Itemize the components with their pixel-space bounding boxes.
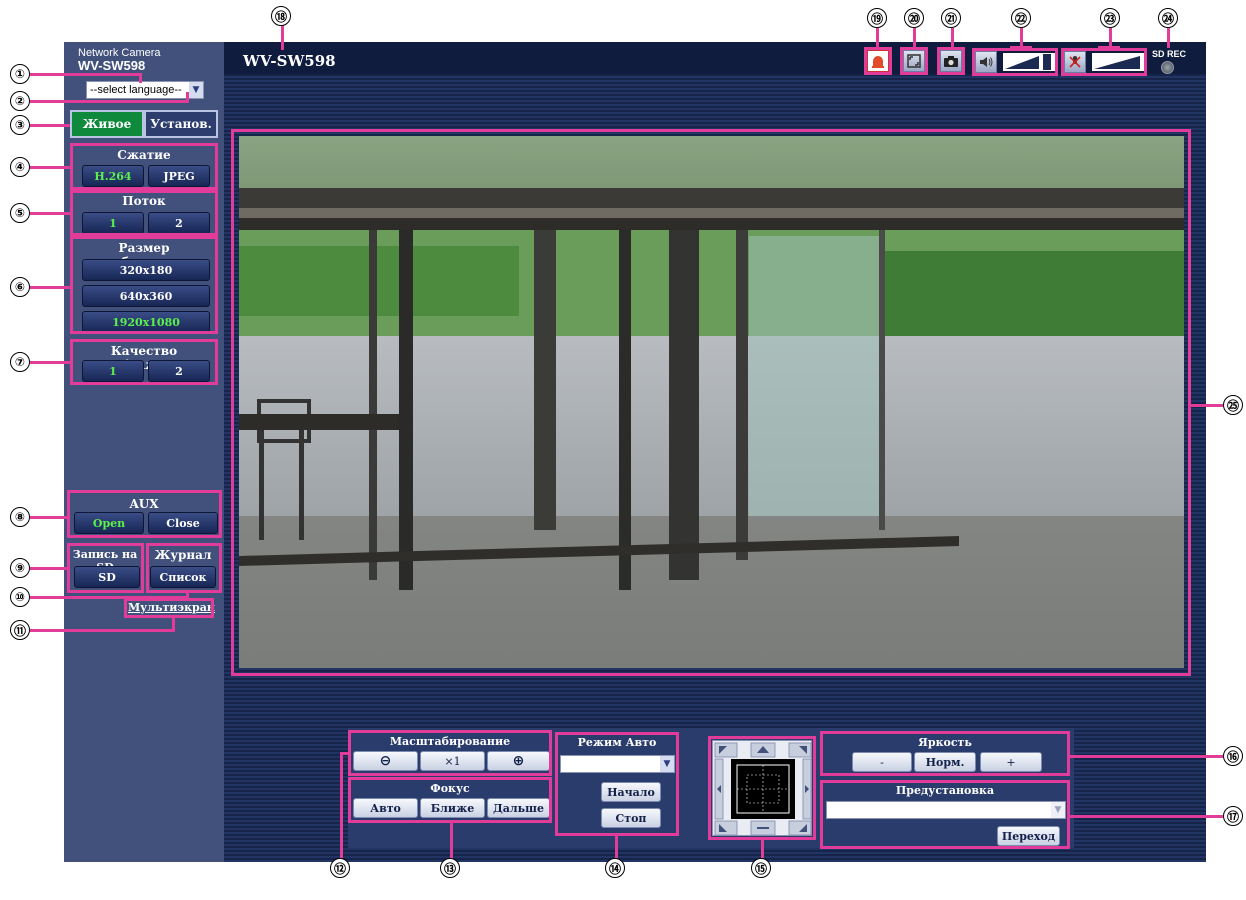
leader-line bbox=[30, 596, 188, 599]
callout-19: ⑲ bbox=[867, 8, 887, 28]
callout-16: ⑯ bbox=[1223, 746, 1243, 766]
model-label: WV-SW598 bbox=[78, 58, 146, 73]
leader-line bbox=[30, 629, 175, 632]
callout-6: ⑥ bbox=[10, 277, 30, 297]
leader-line bbox=[186, 92, 189, 103]
callout-11: ⑪ bbox=[10, 620, 30, 640]
leader-line bbox=[450, 823, 453, 859]
leader-line bbox=[340, 752, 350, 755]
highlight-auto-mode bbox=[555, 732, 679, 836]
highlight-aux bbox=[67, 490, 222, 538]
callout-18: ⑱ bbox=[271, 6, 291, 26]
sd-led-icon bbox=[1161, 61, 1174, 74]
callout-21: ㉑ bbox=[941, 8, 961, 28]
callout-20: ⑳ bbox=[904, 8, 924, 28]
leader-line bbox=[951, 28, 954, 48]
leader-line bbox=[1010, 46, 1032, 49]
callout-15: ⑮ bbox=[751, 858, 771, 878]
highlight-mic bbox=[1061, 48, 1147, 76]
highlight-fullscreen bbox=[900, 47, 928, 75]
callout-2: ② bbox=[10, 91, 30, 111]
highlight-camera-image bbox=[231, 129, 1191, 676]
leader-line bbox=[913, 28, 916, 48]
sd-rec-label: SD REC bbox=[1152, 49, 1187, 59]
callout-14: ⑭ bbox=[605, 858, 625, 878]
header-bar bbox=[224, 42, 1206, 74]
highlight-snapshot bbox=[937, 47, 965, 75]
callout-12: ⑫ bbox=[330, 858, 350, 878]
leader-line bbox=[30, 516, 67, 519]
highlight-image-size bbox=[70, 236, 218, 334]
callout-23: ㉓ bbox=[1100, 8, 1120, 28]
leader-line bbox=[139, 73, 142, 83]
callout-5: ⑤ bbox=[10, 203, 30, 223]
callout-17: ⑰ bbox=[1223, 806, 1243, 826]
leader-line bbox=[1191, 404, 1223, 407]
leader-line bbox=[281, 24, 284, 50]
leader-line bbox=[30, 124, 70, 127]
highlight-log bbox=[146, 543, 222, 593]
callout-7: ⑦ bbox=[10, 352, 30, 372]
leader-line bbox=[30, 212, 70, 215]
tab-setup[interactable]: Установ. bbox=[144, 110, 218, 138]
highlight-stream bbox=[70, 190, 218, 236]
callout-25: ㉕ bbox=[1223, 395, 1243, 415]
highlight-sd bbox=[67, 543, 144, 593]
leader-line bbox=[1070, 755, 1223, 758]
callout-4: ④ bbox=[10, 157, 30, 177]
highlight-alarm bbox=[864, 47, 892, 75]
leader-line bbox=[1070, 815, 1223, 818]
highlight-multiscreen bbox=[124, 598, 214, 618]
callout-10: ⑩ bbox=[10, 587, 30, 607]
leader-line bbox=[30, 73, 140, 76]
leader-line bbox=[30, 100, 188, 103]
callout-3: ③ bbox=[10, 115, 30, 135]
callout-13: ⑬ bbox=[440, 858, 460, 878]
highlight-zoom bbox=[348, 730, 552, 776]
callout-1: ① bbox=[10, 64, 30, 84]
leader-line bbox=[1167, 28, 1170, 48]
leader-line bbox=[340, 752, 343, 858]
highlight-image-quality bbox=[70, 339, 218, 385]
leader-line bbox=[186, 590, 189, 599]
tab-live[interactable]: Живое bbox=[70, 110, 144, 138]
leader-line bbox=[761, 840, 764, 858]
callout-8: ⑧ bbox=[10, 507, 30, 527]
leader-line bbox=[30, 567, 67, 570]
language-select-value: --select language-- bbox=[90, 84, 182, 96]
callout-24: ㉔ bbox=[1158, 8, 1178, 28]
highlight-speaker bbox=[972, 48, 1058, 76]
highlight-compression bbox=[70, 143, 218, 190]
highlight-preset bbox=[820, 780, 1070, 849]
leader-line bbox=[615, 836, 618, 858]
leader-line bbox=[30, 166, 70, 169]
highlight-brightness bbox=[820, 731, 1070, 776]
highlight-focus bbox=[348, 777, 552, 823]
leader-line bbox=[876, 28, 879, 48]
callout-22: ㉒ bbox=[1011, 8, 1031, 28]
leader-line bbox=[30, 361, 70, 364]
chevron-down-icon[interactable]: ▼ bbox=[189, 82, 203, 98]
leader-line bbox=[1098, 46, 1120, 49]
leader-line bbox=[172, 616, 175, 632]
highlight-ptz bbox=[708, 736, 816, 840]
leader-line bbox=[30, 286, 70, 289]
page-title: WV-SW598 bbox=[243, 52, 336, 70]
callout-9: ⑨ bbox=[10, 558, 30, 578]
